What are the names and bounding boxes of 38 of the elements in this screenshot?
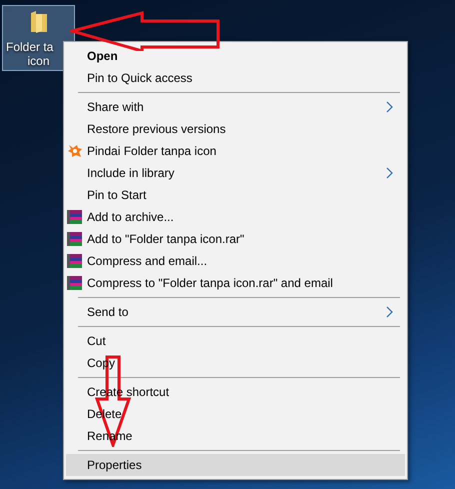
- books-icon: [66, 231, 82, 247]
- menu-item[interactable]: Properties: [66, 454, 405, 476]
- menu-label: Open: [87, 49, 119, 63]
- folder-icon: [30, 10, 48, 34]
- menu-label: Cut: [87, 334, 107, 348]
- chevron-icon: [386, 101, 393, 113]
- menu-label: Share with: [87, 100, 145, 114]
- menu-label: Pin to Quick access: [87, 71, 194, 85]
- menu-label: Pindai Folder tanpa icon: [87, 144, 218, 158]
- desktop-folder[interactable]: Folder ta icon: [2, 5, 75, 71]
- menu-label: Add to archive...: [87, 210, 175, 224]
- menu-item[interactable]: Restore previous versions: [66, 118, 405, 140]
- menu-item[interactable]: Pin to Start: [66, 184, 405, 206]
- menu-item[interactable]: Compress and email...: [66, 250, 405, 272]
- books-icon: [66, 253, 82, 269]
- shield-icon: [66, 144, 82, 158]
- menu-item[interactable]: Include in library: [66, 162, 405, 184]
- menu-item[interactable]: Pindai Folder tanpa icon: [66, 140, 405, 162]
- menu-label: Compress and email...: [87, 254, 208, 268]
- menu-label: Send to: [87, 305, 130, 319]
- folder-label: icon: [26, 54, 50, 68]
- chevron-icon: [386, 167, 393, 179]
- menu-label: Properties: [87, 458, 143, 472]
- books-icon: [66, 209, 82, 225]
- menu-item[interactable]: Add to archive...: [66, 206, 405, 228]
- menu-label: Include in library: [87, 166, 176, 180]
- menu-label: Pin to Start: [87, 188, 148, 202]
- menu-item[interactable]: Cut: [66, 330, 405, 352]
- menu-label: Compress to "Folder tanpa icon.rar" and email: [87, 276, 334, 290]
- chevron-icon: [386, 306, 393, 318]
- menu-item[interactable]: Share with: [66, 96, 405, 118]
- menu-item[interactable]: Compress to "Folder tanpa icon.rar" and email: [66, 272, 405, 294]
- menu-item[interactable]: Send to: [66, 301, 405, 323]
- menu-item[interactable]: Add to "Folder tanpa icon.rar": [66, 228, 405, 250]
- menu-label: Restore previous versions: [87, 122, 227, 136]
- books-icon: [66, 275, 82, 291]
- folder-label: Folder ta: [5, 40, 54, 54]
- menu-label: Add to "Folder tanpa icon.rar": [87, 232, 246, 246]
